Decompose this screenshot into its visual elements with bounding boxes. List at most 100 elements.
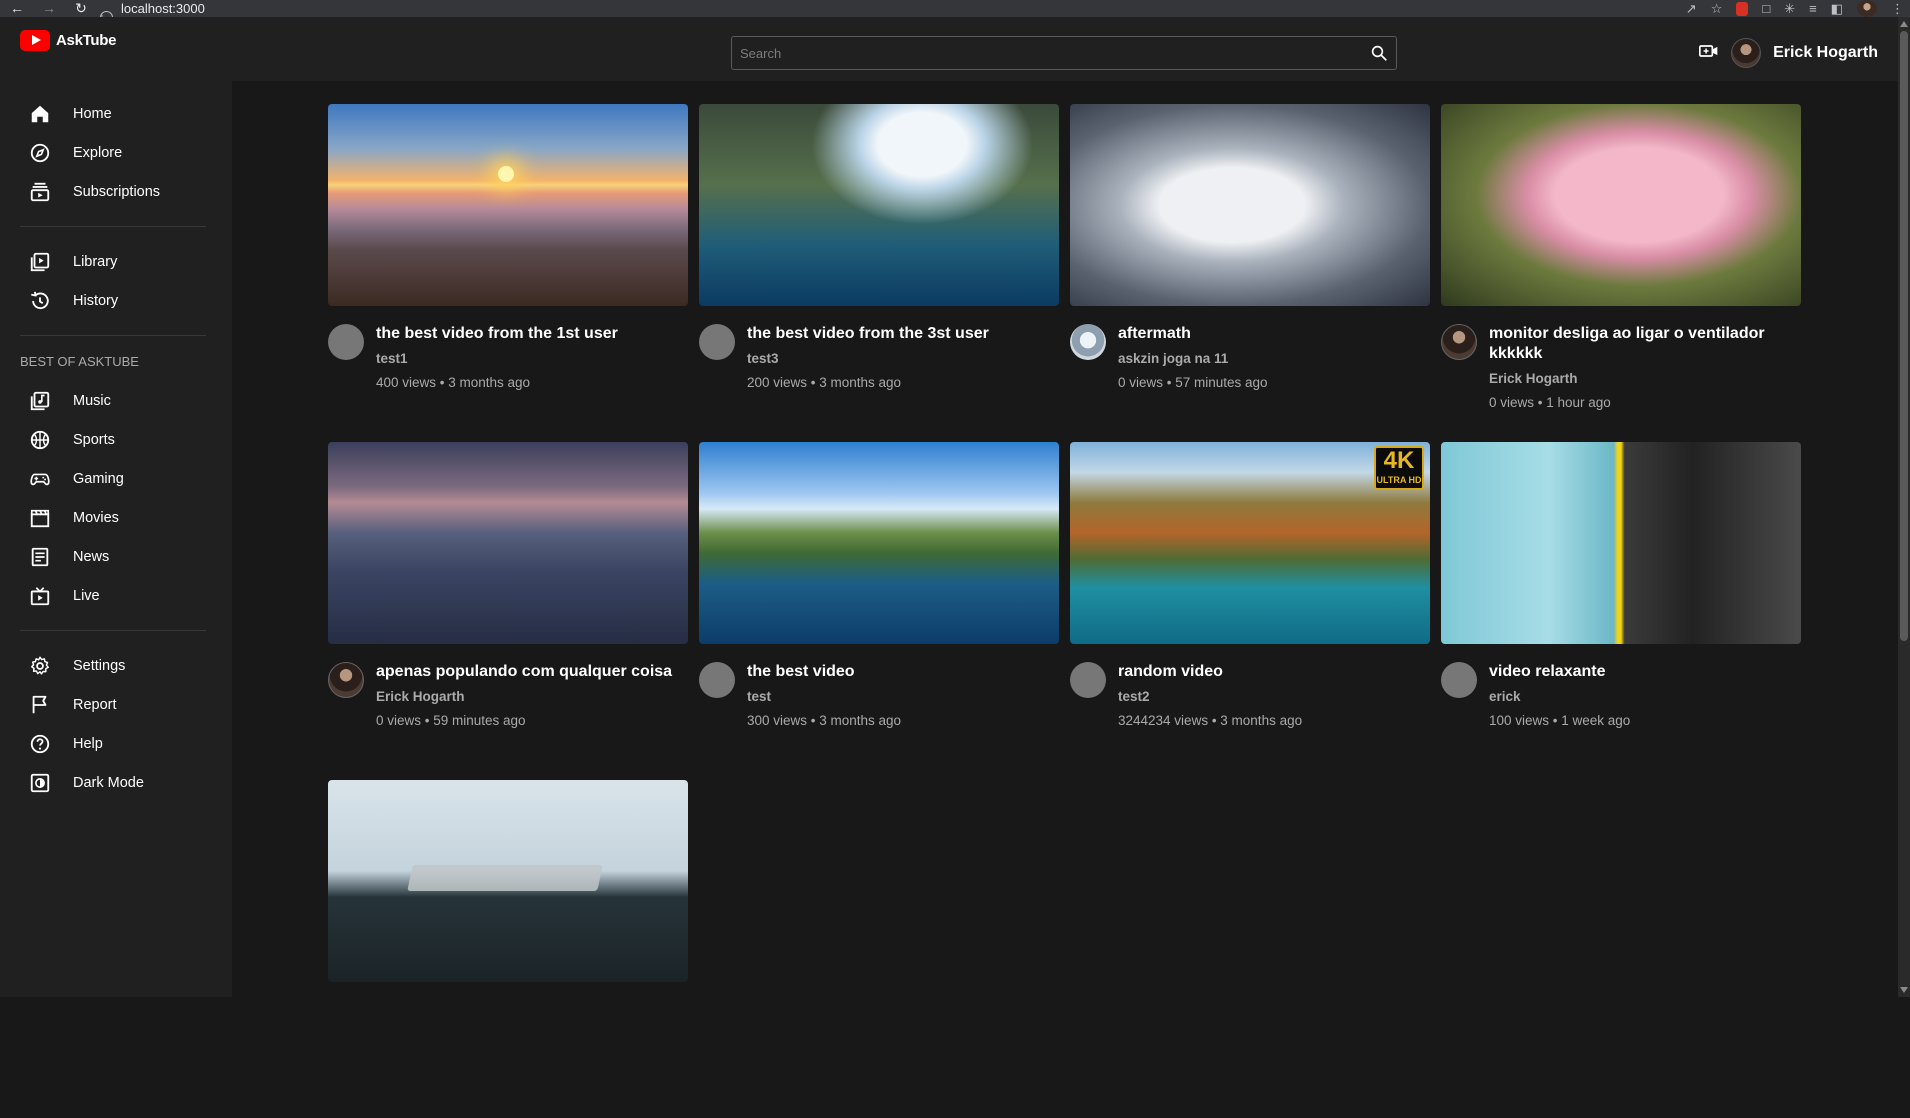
reload-icon[interactable]: ↻ [72,0,90,17]
sidebar-item-news[interactable]: News [0,537,232,576]
video-title[interactable]: apenas populando com qualquer coisa [376,662,672,682]
search-icon[interactable] [1362,37,1396,69]
sidebar-item-label: Live [73,587,100,604]
sidepanel-icon[interactable]: ◧ [1831,1,1843,17]
video-thumbnail[interactable] [1441,442,1801,644]
sidebar-item-label: Dark Mode [73,774,144,791]
channel-name[interactable]: Erick Hogarth [1489,371,1801,386]
sidebar-item-help[interactable]: Help [0,724,232,763]
app-name: AskTube [56,32,117,49]
profile-icon[interactable] [1857,0,1877,17]
channel-avatar[interactable] [1441,662,1477,698]
scroll-up-icon[interactable] [1900,21,1908,27]
back-icon[interactable]: ← [8,0,26,17]
sidebar-item-music[interactable]: Music [0,381,232,420]
app-logo[interactable]: AskTube [20,30,116,51]
channel-avatar[interactable] [1070,324,1106,360]
sidebar-item-gaming[interactable]: Gaming [0,459,232,498]
video-title[interactable]: the best video [747,662,901,682]
channel-name[interactable]: test2 [1118,689,1302,704]
channel-avatar[interactable] [328,324,364,360]
video-card[interactable]: apenas populando com qualquer coisa Eric… [328,442,688,780]
channel-name[interactable]: erick [1489,689,1630,704]
movies-icon [30,509,50,527]
channel-avatar[interactable] [699,662,735,698]
sidebar-item-sports[interactable]: Sports [0,420,232,459]
sidebar-item-history[interactable]: History [0,281,232,320]
star-icon[interactable]: ☆ [1711,1,1723,17]
sidebar-item-subscriptions[interactable]: Subscriptions [0,172,232,211]
video-card[interactable]: monitor desliga ao ligar o ventilador kk… [1441,104,1801,442]
address-bar[interactable]: i localhost:3000 [100,0,205,24]
channel-name[interactable]: test1 [376,351,618,366]
upload-video-icon[interactable] [1699,43,1719,64]
url-text: localhost:3000 [121,1,205,16]
video-thumbnail[interactable] [699,104,1059,306]
sidebar-item-live[interactable]: Live [0,576,232,615]
video-meta: 0 views • 57 minutes ago [1118,375,1268,390]
user-name[interactable]: Erick Hogarth [1773,44,1878,62]
sidebar-item-report[interactable]: Report [0,685,232,724]
video-thumbnail[interactable] [1070,104,1430,306]
help-icon [30,734,50,753]
youtube-logo-icon [20,30,50,51]
video-card[interactable]: the best video from the 3st user test3 2… [699,104,1059,442]
video-thumbnail[interactable] [328,442,688,644]
video-thumbnail[interactable] [328,104,688,306]
channel-name[interactable]: test3 [747,351,989,366]
channel-name[interactable]: askzin joga na 11 [1118,351,1268,366]
page-scrollbar[interactable] [1898,17,1910,997]
channel-avatar[interactable] [699,324,735,360]
sidebar-item-home[interactable]: Home [0,94,232,133]
channel-name[interactable]: Erick Hogarth [376,689,672,704]
menu-icon[interactable]: ⋮ [1891,1,1904,17]
video-card[interactable]: video relaxante erick 100 views • 1 week… [1441,442,1801,780]
gaming-icon [30,473,50,485]
video-thumbnail[interactable] [1441,104,1801,306]
sidebar-item-settings[interactable]: Settings [0,646,232,685]
video-card[interactable]: 4K ULTRA HD random video test2 3244234 vi… [1070,442,1430,780]
video-thumbnail[interactable] [699,442,1059,644]
sidebar-item-dark-mode[interactable]: Dark Mode [0,763,232,802]
video-title[interactable]: video relaxante [1489,662,1630,682]
sidebar-item-label: Report [73,696,117,713]
sidebar-item-label: Library [73,253,118,270]
best-of-title: BEST OF ASKTUBE [20,354,139,369]
screenshot-icon[interactable]: □ [1762,1,1770,16]
user-avatar[interactable] [1731,38,1762,68]
sidebar-item-explore[interactable]: Explore [0,133,232,172]
puzzle-icon[interactable]: ✳ [1784,1,1795,17]
search-box [731,36,1397,70]
share-icon[interactable]: ↗ [1686,1,1697,17]
search-input[interactable] [732,45,1362,61]
video-card[interactable]: the best video from the 1st user test1 4… [328,104,688,442]
extension-icon[interactable] [1736,1,1749,16]
channel-avatar[interactable] [1441,324,1477,360]
channel-name[interactable]: test [747,689,901,704]
video-title[interactable]: monitor desliga ao ligar o ventilador kk… [1489,324,1801,364]
sidebar-item-library[interactable]: Library [0,242,232,281]
video-card[interactable]: aftermath askzin joga na 11 0 views • 57… [1070,104,1430,442]
app-header: AskTube Erick Hogarth [0,17,1898,81]
sidebar-divider [20,226,206,227]
scroll-down-icon[interactable] [1900,987,1908,993]
video-thumbnail[interactable]: 4K ULTRA HD [1070,442,1430,644]
live-icon [30,586,50,605]
video-title[interactable]: the best video from the 3st user [747,324,989,344]
video-thumbnail[interactable] [328,780,688,982]
video-card[interactable] [328,780,688,1118]
video-title[interactable]: random video [1118,662,1302,682]
channel-avatar[interactable] [328,662,364,698]
video-card[interactable]: the best video test 300 views • 3 months… [699,442,1059,780]
sidebar-item-label: Subscriptions [73,183,161,200]
channel-avatar[interactable] [1070,662,1106,698]
sidebar-item-movies[interactable]: Movies [0,498,232,537]
sidebar-item-label: Settings [73,657,126,674]
media-icon[interactable]: ≡ [1809,1,1817,16]
video-title[interactable]: the best video from the 1st user [376,324,618,344]
video-title[interactable]: aftermath [1118,324,1268,344]
video-meta: 0 views • 59 minutes ago [376,713,526,728]
forward-icon[interactable]: → [40,0,58,17]
scrollbar-thumb[interactable] [1900,31,1908,641]
sidebar-item-label: History [73,292,119,309]
